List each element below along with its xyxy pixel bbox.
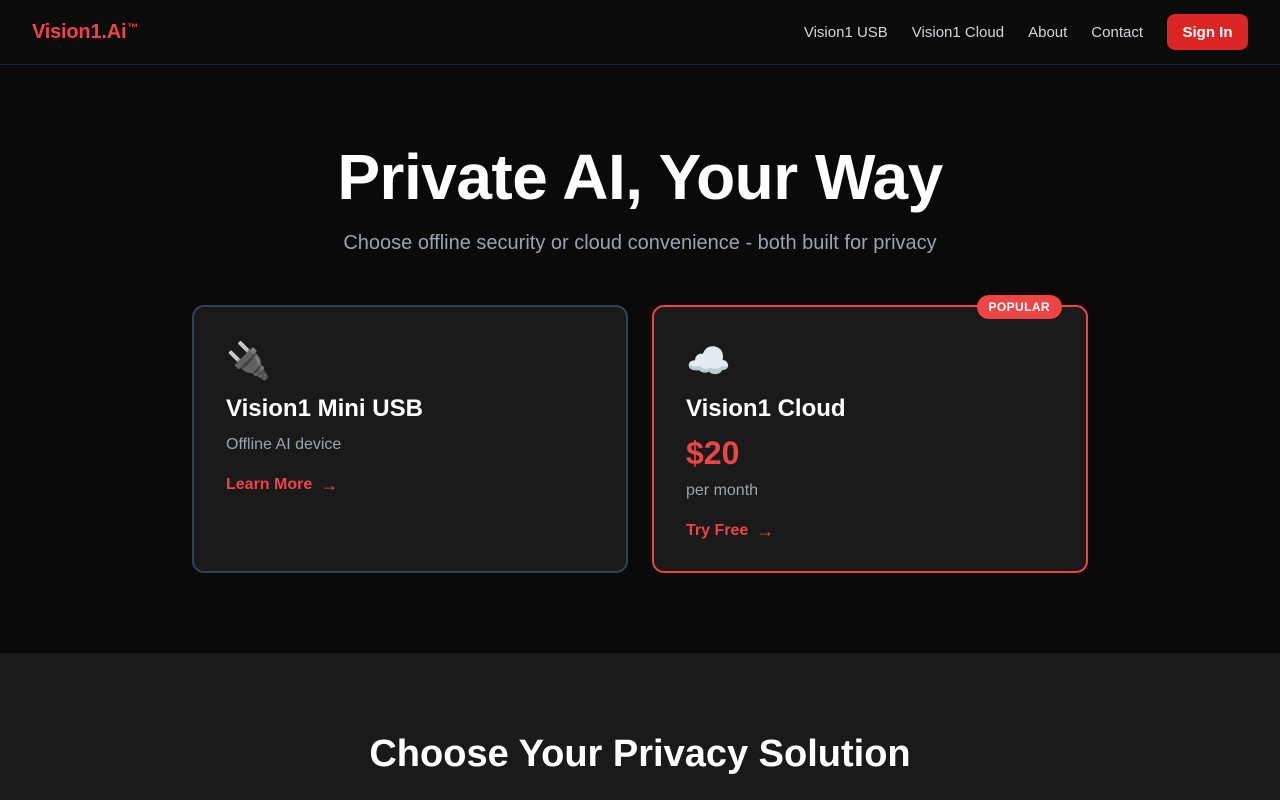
plug-icon: 🔌 (226, 340, 271, 381)
hero-section: Private AI, Your Way Choose offline secu… (0, 65, 1280, 653)
nav-link-vision1-cloud[interactable]: Vision1 Cloud (912, 24, 1004, 41)
cloud-product-card: POPULAR ☁️ Vision1 Cloud $20 per month T… (652, 295, 1088, 573)
privacy-solution-section: Choose Your Privacy Solution (0, 653, 1280, 800)
nav-link-vision1-usb[interactable]: Vision1 USB (804, 24, 888, 41)
nav-links: Vision1 USB Vision1 Cloud About Contact … (780, 14, 1248, 50)
price: $20 (686, 435, 740, 471)
card-description: Offline AI device (226, 436, 342, 453)
try-free-label[interactable]: Try Free (686, 521, 748, 541)
logo-text[interactable]: Vision1.Ai (32, 21, 127, 44)
nav-link-about[interactable]: About (1028, 24, 1067, 41)
card-title: Vision1 Cloud (686, 395, 846, 422)
usb-product-card: 🔌 Vision1 Mini USB Offline AI device Lea… (192, 305, 628, 573)
hero-title: Private AI, Your Way (337, 141, 943, 213)
learn-more-link[interactable]: Learn More → (226, 475, 338, 495)
cloud-icon: ☁️ (686, 340, 731, 381)
arrow-right-icon[interactable]: → (756, 521, 774, 541)
trademark-mark: ™ (127, 21, 139, 34)
sign-in-button[interactable]: Sign In (1167, 14, 1248, 50)
logo[interactable]: Vision1.Ai ™ (32, 21, 138, 44)
top-navbar: Vision1.Ai ™ Vision1 USB Vision1 Cloud Ab… (0, 0, 1280, 65)
billing-period: per month (686, 482, 759, 499)
nav-link-contact[interactable]: Contact (1091, 24, 1143, 41)
section-title: Choose Your Privacy Solution (369, 733, 911, 775)
learn-more-label[interactable]: Learn More (226, 475, 312, 495)
card-title: Vision1 Mini USB (226, 395, 423, 422)
hero-subtitle: Choose offline security or cloud conveni… (343, 232, 937, 254)
arrow-right-icon[interactable]: → (320, 475, 338, 495)
try-free-link[interactable]: Try Free → (686, 521, 774, 541)
popular-badge: POPULAR (976, 295, 1062, 319)
